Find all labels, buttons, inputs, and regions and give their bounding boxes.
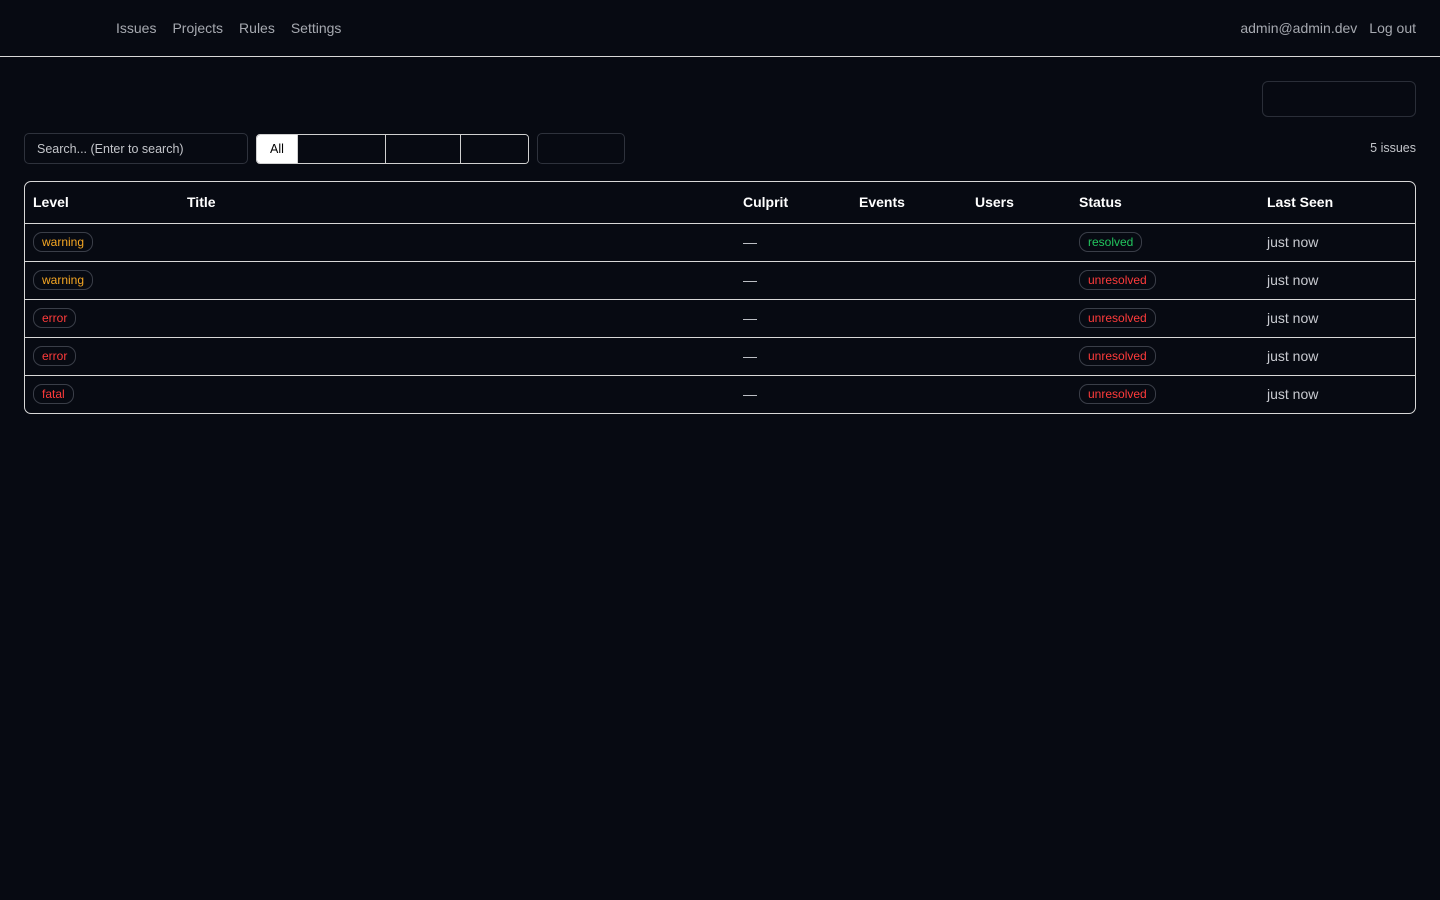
status-badge: unresolved bbox=[1079, 308, 1156, 328]
nav-projects[interactable]: Projects bbox=[172, 20, 223, 36]
filter-segment-2[interactable] bbox=[298, 135, 386, 163]
issue-last-seen: just now bbox=[1259, 223, 1415, 262]
table-row[interactable]: fatal — unresolved just now bbox=[25, 375, 1415, 413]
sort-dropdown[interactable] bbox=[537, 133, 625, 164]
issue-users bbox=[967, 337, 1071, 376]
header-events[interactable]: Events bbox=[851, 182, 967, 224]
status-badge: unresolved bbox=[1079, 384, 1156, 405]
user-email: admin@admin.dev bbox=[1240, 20, 1358, 36]
table-header-row: Level Title Culprit Events Users Status … bbox=[25, 182, 1415, 224]
issue-title[interactable] bbox=[179, 299, 735, 338]
issue-users bbox=[967, 261, 1071, 300]
level-badge: warning bbox=[33, 270, 94, 290]
level-badge: error bbox=[33, 308, 77, 328]
issue-last-seen: just now bbox=[1259, 261, 1415, 300]
issue-culprit: — bbox=[743, 386, 757, 403]
header-last-seen[interactable]: Last Seen bbox=[1259, 182, 1415, 224]
logout-link[interactable]: Log out bbox=[1369, 20, 1416, 36]
header-culprit[interactable]: Culprit bbox=[735, 182, 851, 224]
issue-title[interactable] bbox=[179, 337, 735, 376]
issue-users bbox=[967, 223, 1071, 262]
primary-action-button[interactable] bbox=[1262, 81, 1416, 117]
issue-culprit: — bbox=[735, 223, 851, 262]
level-badge: error bbox=[33, 346, 77, 366]
nav-settings[interactable]: Settings bbox=[291, 20, 342, 36]
issue-events bbox=[851, 261, 967, 300]
issue-title[interactable] bbox=[179, 261, 735, 300]
issue-culprit: — bbox=[735, 261, 851, 300]
issue-users bbox=[967, 375, 1071, 413]
issues-table: Level Title Culprit Events Users Status … bbox=[24, 181, 1416, 414]
issue-last-seen: just now bbox=[1259, 299, 1415, 338]
table-row[interactable]: error — unresolved just now bbox=[25, 337, 1415, 376]
search-input[interactable] bbox=[24, 133, 248, 164]
logo[interactable] bbox=[24, 14, 100, 42]
issue-users bbox=[967, 299, 1071, 338]
issue-culprit: — bbox=[735, 337, 851, 376]
table-row[interactable]: warning — unresolved just now bbox=[25, 261, 1415, 300]
table-row[interactable]: error — unresolved just now bbox=[25, 299, 1415, 338]
issue-last-seen: just now bbox=[1267, 386, 1319, 403]
account-area: admin@admin.dev Log out bbox=[1240, 0, 1416, 56]
issue-events bbox=[851, 375, 967, 413]
main-nav: Issues Projects Rules Settings bbox=[116, 0, 341, 56]
issue-events bbox=[851, 223, 967, 262]
issue-title[interactable] bbox=[179, 223, 735, 262]
status-badge: unresolved bbox=[1079, 270, 1156, 290]
issue-events bbox=[851, 299, 967, 338]
status-badge: resolved bbox=[1079, 232, 1143, 252]
table-row[interactable]: warning — resolved just now bbox=[25, 223, 1415, 262]
issue-events bbox=[851, 337, 967, 376]
nav-issues[interactable]: Issues bbox=[116, 20, 156, 36]
top-navigation: Issues Projects Rules Settings admin@adm… bbox=[0, 0, 1440, 57]
nav-rules[interactable]: Rules bbox=[239, 20, 275, 36]
header-level[interactable]: Level bbox=[25, 182, 179, 224]
filter-segment-4[interactable] bbox=[461, 135, 528, 163]
issue-count: 5 issues bbox=[1370, 141, 1416, 155]
filter-all-button[interactable]: All bbox=[257, 135, 298, 163]
issue-culprit: — bbox=[735, 299, 851, 338]
issue-title[interactable] bbox=[179, 375, 735, 413]
header-users[interactable]: Users bbox=[967, 182, 1071, 224]
level-filter-segments: All bbox=[256, 134, 529, 164]
issue-last-seen: just now bbox=[1259, 337, 1415, 376]
header-title[interactable]: Title bbox=[179, 182, 735, 224]
filter-segment-3[interactable] bbox=[386, 135, 461, 163]
level-badge: fatal bbox=[33, 384, 74, 405]
status-badge: unresolved bbox=[1079, 346, 1156, 366]
level-badge: warning bbox=[33, 232, 94, 252]
header-status[interactable]: Status bbox=[1071, 182, 1259, 224]
